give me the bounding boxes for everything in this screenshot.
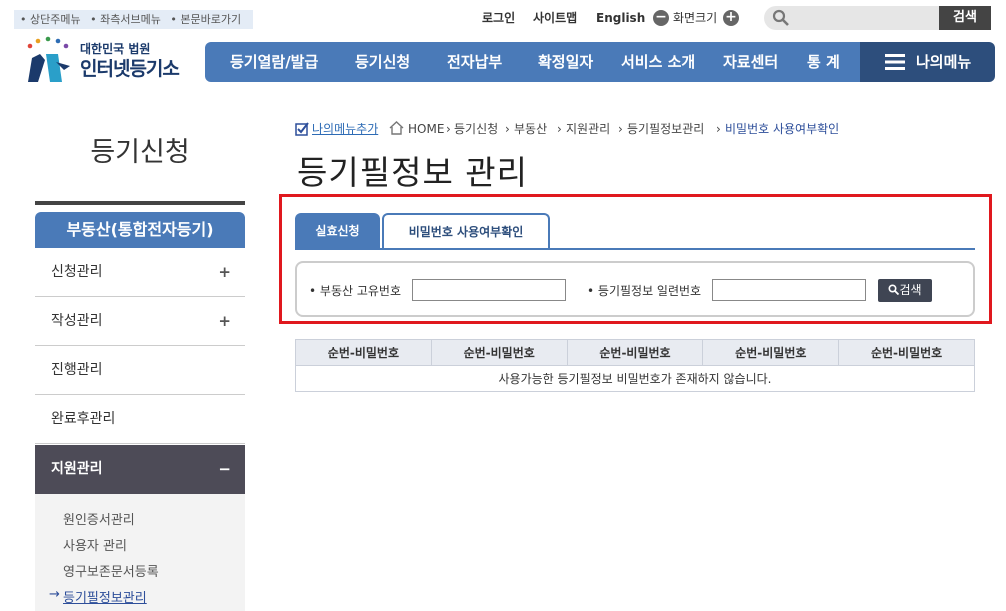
nav-item-apply[interactable]: 등기신청 — [355, 42, 410, 82]
column-header: 순번-비밀번호 — [838, 339, 975, 366]
sitemap-link[interactable]: 사이트맵 — [533, 9, 577, 27]
search-icon — [772, 9, 789, 26]
english-link[interactable]: English — [596, 9, 645, 27]
column-header: 순번-비밀번호 — [702, 339, 840, 366]
my-menu-button[interactable]: 나의메뉴 — [860, 42, 995, 82]
nav-item-view[interactable]: 등기열람/발급 — [230, 42, 318, 82]
court-logo-icon[interactable] — [18, 36, 78, 86]
site-search-button[interactable]: 검색 — [939, 6, 991, 30]
hamburger-icon — [885, 54, 905, 70]
tab-password-check[interactable]: 비밀번호 사용여부확인 — [382, 213, 550, 250]
breadcrumb-home[interactable]: HOME — [408, 121, 444, 137]
serial-number-label: • 등기필정보 일련번호 — [587, 284, 702, 298]
sidebar-item-label: 지원관리 — [51, 461, 103, 477]
sidebar-section-header[interactable]: 부동산(통합전자등기) — [35, 212, 245, 248]
sidebar-item-label: 작성관리 — [51, 313, 103, 329]
breadcrumb-current: 비밀번호 사용여부확인 — [725, 122, 840, 136]
logo-title[interactable]: 인터넷등기소 — [80, 54, 180, 81]
my-menu-label: 나의메뉴 — [916, 53, 972, 71]
skip-link-lnb[interactable]: • 좌측서브메뉴 — [90, 13, 164, 26]
property-number-label: • 부동산 고유번호 — [309, 284, 402, 298]
sidebar-item-label: 신청관리 — [51, 264, 103, 280]
sidebar-item-write-manage[interactable]: 작성관리 + — [35, 297, 245, 346]
login-link[interactable]: 로그인 — [482, 9, 515, 27]
sidebar-title: 등기신청 — [90, 137, 190, 168]
form-search-label: 검색 — [899, 283, 922, 297]
current-arrow-icon: → — [49, 587, 60, 602]
sidebar-divider — [35, 201, 245, 205]
column-header: 순번-비밀번호 — [430, 339, 568, 366]
nav-item-service[interactable]: 서비스 소개 — [621, 42, 695, 82]
add-my-menu-link[interactable]: 나의메뉴추가 — [312, 121, 378, 137]
table-header-row: 순번-비밀번호 순번-비밀번호 순번-비밀번호 순번-비밀번호 순번-비밀번호 — [295, 339, 975, 366]
column-header: 순번-비밀번호 — [295, 339, 432, 366]
skip-links: • 상단주메뉴 • 좌측서브메뉴 • 본문바로가기 — [14, 10, 253, 29]
site-search-input[interactable] — [764, 6, 939, 30]
empty-message: 사용가능한 등기필정보 비밀번호가 존재하지 않습니다. — [295, 365, 975, 392]
zoom-in-icon[interactable]: + — [723, 10, 739, 26]
serial-number-input[interactable] — [712, 279, 866, 301]
nav-item-confirm-date[interactable]: 확정일자 — [538, 42, 593, 82]
expand-icon: + — [218, 312, 231, 330]
skip-link-content[interactable]: • 본문바로가기 — [170, 13, 244, 26]
sidebar-item-label: 진행관리 — [51, 362, 103, 378]
submenu-item-user-manage[interactable]: 사용자 관리 — [63, 535, 127, 554]
nav-item-stats[interactable]: 통 계 — [807, 42, 840, 82]
breadcrumb-apply[interactable]: 등기신청 — [454, 121, 498, 137]
submenu-item-cause-cert[interactable]: 원인증서관리 — [63, 509, 135, 528]
collapse-icon: − — [218, 460, 231, 478]
expand-icon: + — [218, 263, 231, 281]
submenu-item-permanent-doc[interactable]: 영구보존문서등록 — [63, 561, 159, 580]
sidebar-item-support-manage[interactable]: 지원관리 − — [35, 445, 245, 494]
page-title: 등기필정보 관리 — [297, 153, 529, 192]
breadcrumb-support[interactable]: 지원관리 — [566, 121, 610, 137]
tab-underline — [295, 248, 975, 250]
form-search-button[interactable]: 검색 — [878, 279, 932, 302]
home-icon — [389, 121, 404, 135]
tab-invalidate-request[interactable]: 실효신청 — [295, 213, 380, 250]
main-nav: 등기열람/발급 등기신청 전자납부 확정일자 서비스 소개 자료센터 통 계 — [205, 42, 860, 82]
property-number-input[interactable] — [412, 279, 566, 301]
skip-link-gnb[interactable]: • 상단주메뉴 — [20, 13, 84, 26]
sidebar-item-progress-manage[interactable]: 진행관리 — [35, 346, 245, 395]
sidebar-item-apply-manage[interactable]: 신청관리 + — [35, 248, 245, 297]
nav-item-payment[interactable]: 전자납부 — [447, 42, 502, 82]
checkbox-check-icon — [295, 122, 309, 136]
zoom-out-icon[interactable]: − — [653, 10, 669, 26]
result-table: 순번-비밀번호 순번-비밀번호 순번-비밀번호 순번-비밀번호 순번-비밀번호 … — [295, 339, 975, 392]
nav-item-data-center[interactable]: 자료센터 — [723, 42, 778, 82]
sidebar-item-after-complete[interactable]: 완료후관리 — [35, 395, 245, 444]
table-row: 사용가능한 등기필정보 비밀번호가 존재하지 않습니다. — [295, 365, 975, 392]
breadcrumb-registration-info[interactable]: 등기필정보관리 — [627, 121, 704, 137]
search-icon — [888, 284, 900, 296]
sidebar-item-label: 완료후관리 — [51, 411, 116, 427]
breadcrumb-real-estate[interactable]: 부동산 — [514, 121, 547, 137]
zoom-label: 화면크기 — [673, 11, 718, 25]
submenu-item-registration-info[interactable]: 등기필정보관리 — [63, 587, 147, 606]
column-header: 순번-비밀번호 — [566, 339, 704, 366]
